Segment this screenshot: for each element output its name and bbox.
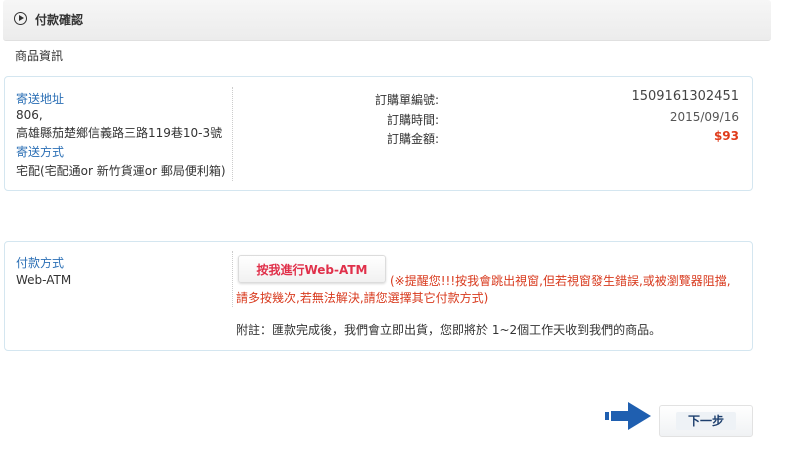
order-number: 1509161302451 [631,89,739,104]
order-info-panel: 寄送地址 806, 高雄縣茄楚鄉信義路三路119巷10-3號 寄送方式 宅配(宅… [4,76,753,191]
payment-note: 附註：匯款完成後，我們會立即出貨，您即將於 1~2個工作天收到我們的商品。 [236,323,662,337]
shipping-address: 高雄縣茄楚鄉信義路三路119巷10-3號 [16,126,223,140]
payment-confirm-page: 付款確認 商品資訊 寄送地址 806, 高雄縣茄楚鄉信義路三路119巷10-3號… [0,0,786,472]
next-step-label: 下一步 [675,412,736,430]
product-info-caption: 商品資訊 [15,49,64,63]
shipping-method: 宅配(宅配通or 新竹貨運or 郵局便利箱) [16,164,226,178]
order-date: 2015/09/16 [669,110,739,124]
payment-panel: 付款方式 Web-ATM 按我進行Web-ATM (※提醒您!!!按我會跳出視窗… [4,241,753,351]
payment-method-label: 付款方式 [16,256,65,270]
postal-code: 806, [16,108,43,122]
arrow-right-icon [605,402,651,430]
order-date-label: 訂購時間: [386,113,439,127]
order-total: $93 [713,129,739,143]
section-header: 付款確認 [3,0,771,41]
payment-method: Web-ATM [16,273,72,287]
play-circle-icon [14,12,27,25]
page-title: 付款確認 [35,13,84,27]
popup-warning-text: (※提醒您!!!按我會跳出視窗,但若視窗發生錯誤,或被瀏覽器阻擋,請多按幾次,若… [236,274,731,305]
column-divider [232,87,233,181]
column-divider [232,251,233,307]
shipping-method-label: 寄送方式 [16,145,65,159]
order-total-label: 訂購金額: [386,132,439,146]
next-step-button[interactable]: 下一步 [659,405,753,437]
shipping-address-label: 寄送地址 [16,92,65,106]
order-number-label: 訂購單編號: [374,93,439,107]
